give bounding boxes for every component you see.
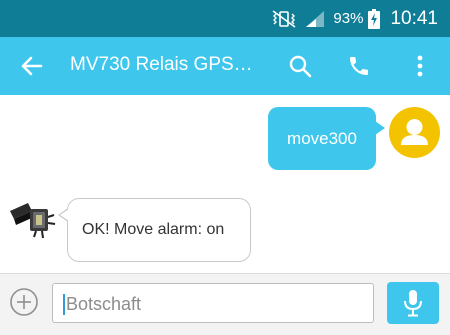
phone-icon <box>350 57 368 75</box>
person-icon <box>401 119 428 145</box>
message-text: OK! Move alarm: on <box>82 221 225 238</box>
voice-input-button[interactable] <box>387 282 439 324</box>
back-button[interactable] <box>18 52 46 80</box>
clock: 10:41 <box>390 7 438 29</box>
avatar[interactable] <box>389 107 440 158</box>
message-text: move300 <box>287 128 357 148</box>
text-cursor <box>63 294 65 315</box>
back-arrow-icon <box>21 56 43 76</box>
device-avatar[interactable] <box>6 197 58 239</box>
search-icon <box>289 55 312 78</box>
gps-relay-device-icon <box>10 203 56 239</box>
search-button[interactable] <box>285 51 315 81</box>
message-placeholder: Botschaft <box>66 294 142 314</box>
composer-bar: Botschaft <box>0 273 450 335</box>
status-icons: 93% 10:41 <box>271 0 438 37</box>
call-button[interactable] <box>344 51 374 81</box>
more-options-button[interactable] <box>405 51 435 81</box>
incoming-message[interactable]: OK! Move alarm: on <box>58 198 251 262</box>
vibrate-icon <box>271 9 305 29</box>
conversation-title: MV730 Relais GPS… <box>70 54 253 75</box>
add-circle-icon <box>10 288 38 316</box>
mic-icon <box>404 290 422 317</box>
status-bar: 93% 10:41 <box>0 0 450 37</box>
battery-percent: 93% <box>333 10 364 27</box>
message-list[interactable]: move300 OK! Move alarm: on <box>0 95 450 273</box>
message-input[interactable]: Botschaft <box>52 283 374 323</box>
battery-charging-icon <box>368 8 390 29</box>
signal-icon <box>305 10 333 28</box>
messaging-screen: 93% 10:41 MV730 Relais GPS… move300 OK! … <box>0 0 450 335</box>
outgoing-message[interactable]: move300 <box>268 107 385 170</box>
app-bar: MV730 Relais GPS… <box>0 37 450 95</box>
more-vert-icon <box>417 55 423 77</box>
attach-button[interactable] <box>9 287 39 317</box>
